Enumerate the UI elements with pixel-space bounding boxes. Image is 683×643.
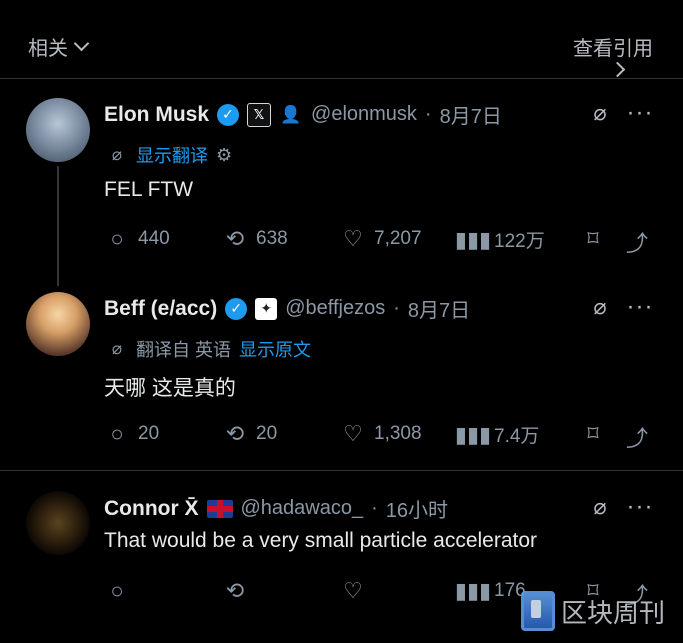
like-count: 7,207 — [374, 228, 422, 249]
bookmark-icon: ⌑ — [587, 421, 599, 446]
bookmark-button[interactable]: ⌑ — [580, 226, 606, 252]
share-icon: ⤴ — [625, 426, 648, 451]
watermark: 区块周刊 — [520, 591, 665, 631]
like-icon: ♡ — [343, 421, 363, 446]
author-handle[interactable]: @beffjezos — [285, 297, 385, 320]
like-icon: ♡ — [343, 226, 363, 251]
view-quotes-label: 查看引用 — [573, 38, 653, 60]
reply-count: 20 — [138, 423, 160, 444]
show-translation-link[interactable]: 显示翻译 — [136, 142, 208, 168]
more-icon[interactable]: ··· — [627, 293, 653, 320]
views-count: 7.4万 — [494, 426, 540, 447]
post-beff-jezos: Beff (e/acc) ✓ ✦ @beffjezos · 8月7日 ⌀ ···… — [0, 278, 683, 468]
grok-icon[interactable]: ⌀ — [587, 494, 613, 520]
post-header: Beff (e/acc) ✓ ✦ @beffjezos · 8月7日 — [104, 294, 470, 323]
views-count: 122万 — [494, 231, 545, 252]
reply-icon: ○ — [110, 421, 124, 446]
views-button[interactable]: ▮▮▮ 122万 — [454, 226, 545, 253]
gear-icon[interactable]: ⚙ — [216, 145, 232, 166]
bookmark-button[interactable]: ⌑ — [580, 421, 606, 447]
repost-icon: ⟲ — [225, 421, 245, 446]
reply-button[interactable]: ○ 440 — [104, 226, 170, 252]
grok-small-icon: ⌀ — [111, 339, 123, 358]
conversation-topbar: 相关 查看引用 — [0, 0, 683, 79]
like-icon: ♡ — [343, 578, 363, 603]
chevron-right-icon — [609, 61, 626, 78]
views-button[interactable]: ▮▮▮ 176 — [454, 578, 526, 604]
post-date[interactable]: 16小时 — [386, 494, 448, 523]
translation-row: ⌀ 翻译自 英语 显示原文 — [106, 336, 311, 362]
post-elon-musk: Elon Musk ✓ 𝕏 👤 @elonmusk · 8月7日 ⌀ ··· ⌀… — [0, 78, 683, 278]
repost-button[interactable]: ⟲ — [222, 578, 248, 604]
show-original-link[interactable]: 显示原文 — [239, 336, 311, 362]
related-label: 相关 — [28, 38, 68, 60]
post-header: Connor X̄ @hadawaco_ · 16小时 — [104, 494, 448, 523]
author-name[interactable]: Beff (e/acc) — [104, 297, 217, 321]
post-text: That would be a very small particle acce… — [104, 529, 538, 552]
repost-count: 638 — [256, 228, 288, 249]
view-quotes-link[interactable]: 查看引用 — [573, 32, 653, 78]
like-button[interactable]: ♡ 1,308 — [340, 421, 422, 447]
like-count: 1,308 — [374, 423, 422, 444]
date-separator: · — [371, 497, 378, 519]
post-date[interactable]: 8月7日 — [440, 100, 502, 129]
chevron-down-icon — [73, 35, 90, 52]
translation-row: ⌀ 显示翻译 ⚙ — [106, 142, 232, 168]
author-handle[interactable]: @hadawaco_ — [241, 497, 364, 520]
related-dropdown[interactable]: 相关 — [28, 32, 90, 61]
user-badge-icon: 👤 — [280, 104, 302, 124]
post-header: Elon Musk ✓ 𝕏 👤 @elonmusk · 8月7日 — [104, 100, 502, 129]
uk-flag-icon — [206, 499, 233, 518]
share-icon: ⤴ — [625, 231, 648, 256]
avatar[interactable] — [26, 292, 90, 356]
views-icon: ▮▮▮ — [454, 578, 492, 603]
views-icon: ▮▮▮ — [454, 421, 492, 447]
repost-count: 20 — [256, 423, 278, 444]
share-button[interactable]: ⤴ — [624, 226, 650, 258]
more-icon[interactable]: ··· — [627, 493, 653, 520]
grok-icon[interactable]: ⌀ — [587, 100, 613, 126]
more-icon[interactable]: ··· — [627, 99, 653, 126]
post-date[interactable]: 8月7日 — [408, 294, 470, 323]
views-icon: ▮▮▮ — [454, 226, 492, 252]
bookmark-icon: ⌑ — [587, 226, 599, 251]
grok-icon[interactable]: ⌀ — [587, 294, 613, 320]
date-separator: · — [424, 103, 432, 125]
thread-line — [57, 166, 59, 286]
author-name[interactable]: Connor X̄ — [104, 497, 199, 521]
repost-icon: ⟲ — [225, 578, 245, 603]
repost-button[interactable]: ⟲ 638 — [222, 226, 288, 252]
x-badge-icon: 𝕏 — [247, 102, 272, 127]
avatar[interactable] — [26, 491, 90, 555]
like-button[interactable]: ♡ — [340, 578, 366, 604]
watermark-text: 区块周刊 — [560, 597, 665, 628]
post-text: FEL FTW — [104, 178, 194, 201]
post-actions: ○ 20 ⟲ 20 ♡ 1,308 ▮▮▮ 7.4万 ⌑ ⤴ — [104, 421, 654, 451]
conversation-screen: 相关 查看引用 Elon Musk ✓ 𝕏 👤 @elonmusk · 8月7日… — [0, 0, 683, 643]
share-button[interactable]: ⤴ — [624, 421, 650, 453]
date-separator: · — [393, 297, 400, 319]
author-handle[interactable]: @elonmusk — [311, 103, 417, 126]
reply-icon: ○ — [110, 578, 124, 603]
post-actions: ○ 440 ⟲ 638 ♡ 7,207 ▮▮▮ 122万 ⌑ ⤴ — [104, 226, 654, 256]
reply-icon: ○ — [110, 226, 124, 251]
views-button[interactable]: ▮▮▮ 7.4万 — [454, 421, 540, 448]
affiliate-badge-icon: ✦ — [255, 297, 278, 320]
reply-button[interactable]: ○ — [104, 578, 130, 604]
grok-small-icon: ⌀ — [111, 145, 123, 164]
post-text: 天哪 这是真的 — [104, 377, 236, 400]
translated-from-label: 翻译自 英语 — [136, 340, 232, 360]
reply-button[interactable]: ○ 20 — [104, 421, 159, 447]
author-name[interactable]: Elon Musk — [104, 103, 209, 127]
repost-button[interactable]: ⟲ 20 — [222, 421, 277, 447]
watermark-logo-icon — [520, 591, 555, 631]
verified-badge-icon: ✓ — [217, 103, 240, 126]
verified-badge-icon: ✓ — [225, 297, 248, 320]
reply-count: 440 — [138, 228, 170, 249]
repost-icon: ⟲ — [225, 226, 245, 251]
like-button[interactable]: ♡ 7,207 — [340, 226, 422, 252]
avatar[interactable] — [26, 98, 90, 162]
